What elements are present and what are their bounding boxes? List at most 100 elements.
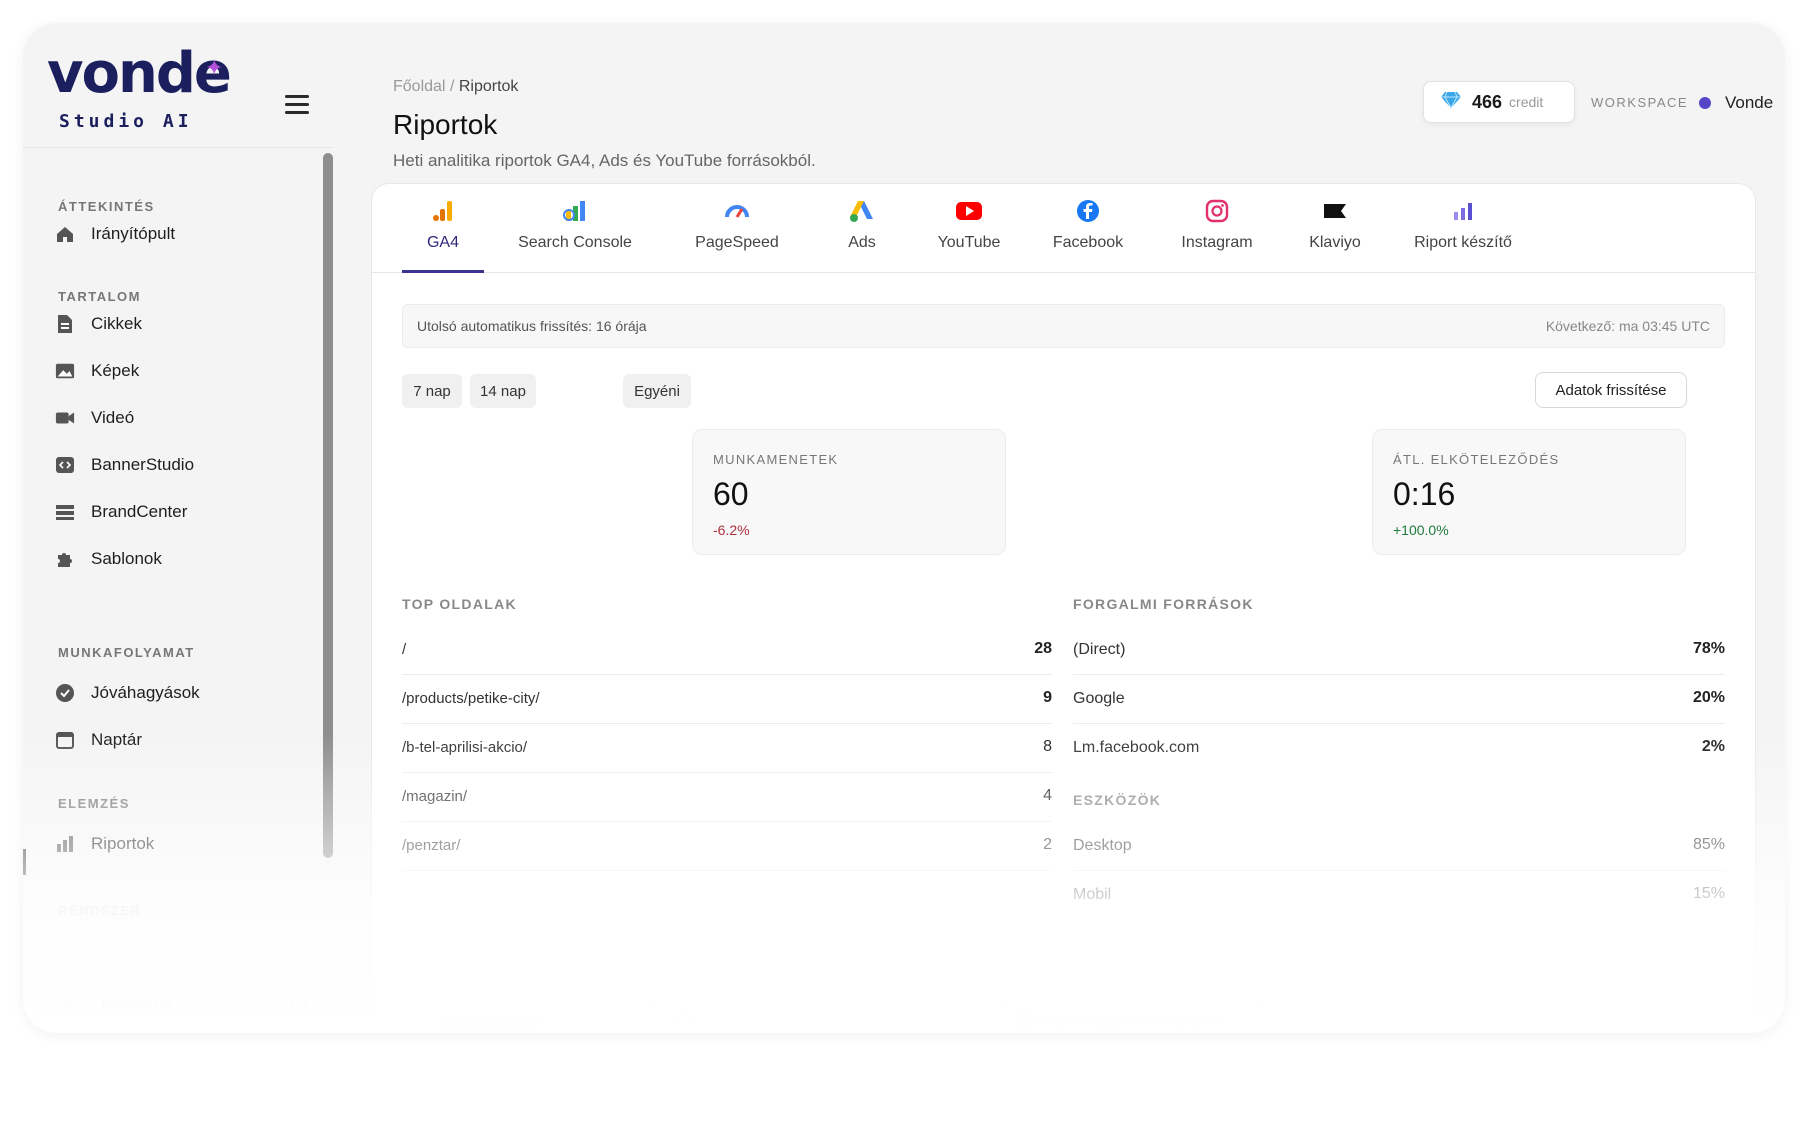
device-share: 15% (1692, 885, 1725, 902)
workspace-name[interactable]: Vonde (1725, 93, 1773, 113)
table-row: Google 20% (1073, 675, 1725, 724)
sidebar-item-label: BrandCenter (91, 502, 188, 521)
logo-word: vonde (47, 41, 232, 106)
sidebar-item-iranyitopult[interactable]: Irányítópult (51, 216, 301, 252)
section-label-elemzes: ELEMZÉS (58, 796, 130, 811)
image-icon (55, 361, 75, 381)
avatar: M (59, 991, 85, 1017)
traffic-sources-heading: FORGALMI FORRÁSOK (1073, 596, 1254, 612)
video-icon (55, 408, 75, 428)
sidebar-item-label: Képek (91, 361, 140, 380)
tab-facebook[interactable]: Facebook (1028, 184, 1148, 273)
breadcrumb-root[interactable]: Főoldal (393, 78, 445, 95)
user-row[interactable]: M Marketing (59, 989, 309, 1019)
breadcrumb: Főoldal / Riportok (393, 78, 518, 96)
sidebar-item-video[interactable]: Videó (51, 400, 301, 436)
tab-klaviyo[interactable]: Klaviyo (1275, 184, 1395, 273)
credit-value: 466 (1472, 91, 1503, 112)
table-row: /penztar/ 2 (402, 822, 1052, 871)
device-share: 85% (1692, 836, 1725, 853)
section-label-attekintes: ÁTTEKINTÉS (58, 199, 155, 214)
report-builder-icon (1452, 198, 1474, 224)
sidebar-item-label: Sablonok (91, 549, 162, 568)
tab-pagespeed[interactable]: PageSpeed (662, 184, 812, 273)
send-report-label: Riport küldése e-mailben (1044, 1013, 1221, 1030)
instagram-icon (1205, 198, 1229, 224)
last-refresh-text: Utolsó automatikus frissítés: 16 órája (417, 318, 647, 334)
range-custom-button[interactable]: Egyéni (623, 374, 691, 408)
tab-label: Klaviyo (1309, 234, 1361, 251)
sidebar-item-kepek[interactable]: Képek (51, 353, 301, 389)
table-row: /b-tel-aprilisi-akcio/ 8 (402, 724, 1052, 773)
table-row: / 28 (402, 626, 1052, 675)
tab-youtube[interactable]: YouTube (909, 184, 1029, 273)
page-path: / (402, 641, 407, 658)
tab-label: GA4 (426, 234, 459, 251)
range-14-days-button[interactable]: 14 nap (470, 374, 536, 408)
sidebar-item-sablonok[interactable]: Sablonok (51, 541, 301, 577)
refresh-data-button[interactable]: Adatok frissítése (1535, 372, 1687, 408)
sidebar-item-label: Videó (91, 408, 135, 427)
page-title: Riportok (393, 109, 498, 140)
puzzle-icon (55, 549, 75, 569)
sidebar-divider (23, 147, 333, 148)
tab-ga4[interactable]: GA4 (402, 184, 484, 273)
page-sessions: 2 (1043, 836, 1052, 853)
page-path: /magazin/ (402, 788, 468, 805)
sidebar-scrollbar-thumb[interactable] (323, 153, 333, 858)
credit-badge[interactable]: 466 credit (1423, 81, 1575, 123)
report-card: GA4 Search Console PageSpeed Ads YouTube… (371, 183, 1756, 1033)
tab-ads[interactable]: Ads (812, 184, 912, 273)
device-name: Mobil (1073, 886, 1112, 903)
page-path: /b-tel-aprilisi-akcio/ (402, 739, 528, 756)
breadcrumb-current: Riportok (458, 78, 519, 95)
tab-riport-keszito[interactable]: Riport készítő (1378, 184, 1548, 273)
sidebar-item-cikkek[interactable]: Cikkek (51, 306, 301, 342)
pagespeed-icon (724, 198, 750, 224)
calendar-icon (55, 730, 75, 750)
sidebar-item-label: Naptár (91, 730, 143, 749)
page-sessions: 9 (1043, 689, 1052, 706)
credit-unit: credit (1509, 94, 1544, 110)
source-tabs: GA4 Search Console PageSpeed Ads YouTube… (372, 184, 1755, 273)
workspace-label: WORKSPACE (1591, 95, 1689, 110)
tab-search-console[interactable]: Search Console (500, 184, 650, 273)
source-name: Lm.facebook.com (1073, 739, 1200, 756)
sidebar-item-label: Riportok (91, 834, 155, 853)
facebook-icon (1076, 198, 1100, 224)
refresh-status-bar: Utolsó automatikus frissítés: 16 órája K… (402, 304, 1725, 348)
page-sessions: 8 (1043, 738, 1052, 755)
table-row: (Direct) 78% (1073, 626, 1725, 675)
metric-value: 0:16 (1393, 476, 1456, 512)
google-ads-icon (849, 198, 875, 224)
sidebar-item-jovahagyasok[interactable]: Jóváhagyások (51, 675, 301, 711)
page-path: /penztar/ (402, 837, 461, 854)
send-report-email-button[interactable]: Riport küldése e-mailben (997, 1002, 1267, 1033)
tab-label: PageSpeed (695, 234, 779, 251)
help-icon[interactable] (674, 1012, 694, 1032)
logout-icon[interactable] (291, 995, 309, 1018)
bar-chart-icon (55, 834, 75, 854)
sidebar-item-naptar[interactable]: Naptár (51, 722, 301, 758)
sidebar-item-brandcenter[interactable]: BrandCenter (51, 494, 301, 530)
tab-label: YouTube (937, 234, 1001, 251)
logo[interactable]: vonde ✦ Studio AI (47, 41, 232, 141)
diamond-icon (1440, 91, 1462, 114)
sidebar: vonde ✦ Studio AI ÁTTEKINTÉS Irányítópul… (23, 23, 333, 1033)
top-pages-heading: TOP OLDALAK (402, 596, 517, 612)
source-share: 2% (1701, 738, 1725, 755)
sidebar-item-riportok[interactable]: Riportok (51, 826, 301, 862)
template-select[interactable]: — Sablon betöltése — (402, 1004, 657, 1033)
page-sessions: 28 (1034, 640, 1052, 657)
range-7-days-button[interactable]: 7 nap (402, 374, 462, 408)
tab-instagram[interactable]: Instagram (1147, 184, 1287, 273)
section-label-munkafolyamat: MUNKAFOLYAMAT (58, 645, 195, 660)
metric-label: MUNKAMENETEK (713, 452, 839, 467)
sidebar-item-label: Cikkek (91, 314, 143, 333)
check-circle-icon (55, 683, 75, 703)
table-row: /products/petike-city/ 9 (402, 675, 1052, 724)
menu-toggle-button[interactable] (285, 95, 309, 115)
youtube-icon (955, 198, 983, 224)
user-name: Marketing (101, 995, 172, 1012)
sidebar-item-bannerstudio[interactable]: BannerStudio (51, 447, 301, 483)
